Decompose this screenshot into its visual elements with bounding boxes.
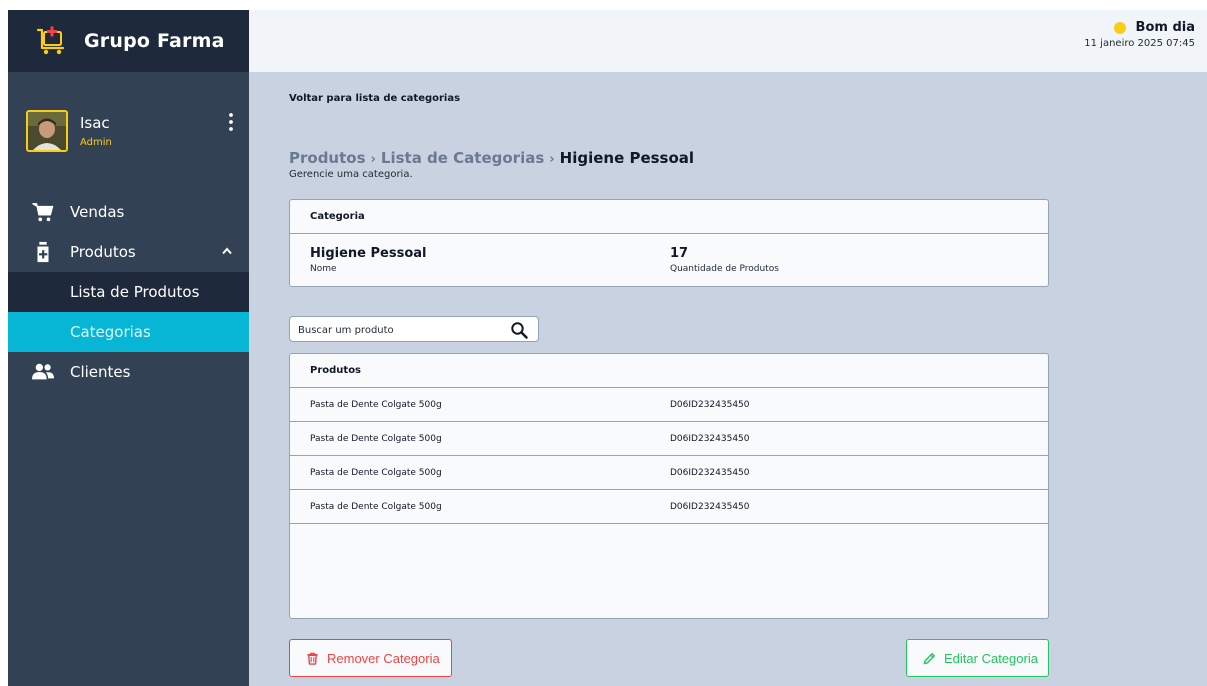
pencil-icon [923,652,935,664]
product-code: D06ID232435450 [670,501,750,512]
product-name: Pasta de Dente Colgate 500g [310,433,442,444]
product-count-field: 17 Quantidade de Produtos [670,246,779,274]
breadcrumb: Produtos › Lista de Categorias › Higiene… [289,149,694,167]
category-name-field: Higiene Pessoal Nome [310,246,427,274]
table-row[interactable]: Pasta de Dente Colgate 500g D06ID2324354… [290,388,1048,422]
avatar[interactable] [26,110,68,152]
status-dot-icon [1113,21,1126,34]
sidebar-item-label: Lista de Produtos [70,283,200,301]
shopping-cart-icon [32,203,54,222]
greeting: Bom dia 11 janeiro 2025 07:45 [1084,20,1195,49]
product-count-label: Quantidade de Produtos [670,264,779,274]
main-content: Voltar para lista de categorias Produtos… [249,72,1207,686]
category-card: Categoria Higiene Pessoal Nome 17 Quanti… [289,199,1049,287]
user-role: Admin [80,137,112,148]
breadcrumb-produtos[interactable]: Produtos [289,149,366,167]
sidebar-item-vendas[interactable]: Vendas [8,192,249,232]
back-to-categories-link[interactable]: Voltar para lista de categorias [289,93,460,104]
brand-name: Grupo Farma [84,30,225,52]
top-bar: Bom dia 11 janeiro 2025 07:45 [249,10,1207,72]
products-table: Produtos Pasta de Dente Colgate 500g D06… [289,353,1049,619]
edit-category-button[interactable]: Editar Categoria [906,639,1049,677]
category-card-header: Categoria [290,200,1048,234]
chevron-up-icon[interactable] [221,246,233,256]
users-icon [32,363,54,380]
edit-category-label: Editar Categoria [944,650,1038,666]
sidebar-item-label: Clientes [70,363,131,381]
sidebar-item-lista-produtos[interactable]: Lista de Produtos [8,272,249,312]
breadcrumb-separator: › [549,152,555,167]
medicine-bottle-icon [37,241,49,263]
avatar-image [28,112,66,150]
page-subtitle: Gerencie uma categoria. [289,169,413,180]
sidebar-item-categorias[interactable]: Categorias [8,312,249,352]
product-code: D06ID232435450 [670,467,750,478]
breadcrumb-separator: › [370,152,376,167]
greeting-text: Bom dia [1135,20,1195,35]
user-profile: Isac Admin [26,110,236,154]
product-search [289,316,539,342]
product-name: Pasta de Dente Colgate 500g [310,399,442,410]
search-input[interactable] [298,321,498,339]
remove-category-button[interactable]: Remover Categoria [289,639,452,677]
sidebar-item-label: Produtos [70,243,136,261]
breadcrumb-current: Higiene Pessoal [559,149,695,167]
pharmacy-cart-icon [36,26,65,55]
product-name: Pasta de Dente Colgate 500g [310,467,442,478]
product-count-value: 17 [670,246,689,261]
table-row[interactable]: Pasta de Dente Colgate 500g D06ID2324354… [290,422,1048,456]
product-code: D06ID232435450 [670,399,750,410]
product-name: Pasta de Dente Colgate 500g [310,501,442,512]
user-name: Isac [80,114,110,132]
table-row[interactable]: Pasta de Dente Colgate 500g D06ID2324354… [290,490,1048,524]
date-time: 11 janeiro 2025 07:45 [1084,38,1195,49]
category-name-label: Nome [310,264,337,274]
trash-icon [307,652,318,665]
breadcrumb-lista-categorias[interactable]: Lista de Categorias [381,149,544,167]
sidebar-item-clientes[interactable]: Clientes [8,352,249,392]
table-row[interactable]: Pasta de Dente Colgate 500g D06ID2324354… [290,456,1048,490]
products-table-header: Produtos [290,354,1048,388]
sidebar-nav: Vendas Produtos Lista de Produtos Catego… [8,192,249,392]
sidebar-item-produtos[interactable]: Produtos [8,232,249,272]
produtos-submenu: Lista de Produtos Categorias [8,272,249,352]
sidebar-item-label: Vendas [70,203,125,221]
brand[interactable]: Grupo Farma [8,10,249,72]
remove-category-label: Remover Categoria [327,650,440,666]
search-icon[interactable] [510,321,528,339]
sidebar: Grupo Farma Isac Admin Vendas Produtos L… [8,10,249,686]
app-window: Grupo Farma Isac Admin Vendas Produtos L… [8,10,1207,686]
sidebar-item-label: Categorias [70,323,151,341]
vertical-dots-icon[interactable] [226,112,236,132]
product-code: D06ID232435450 [670,433,750,444]
category-name-value: Higiene Pessoal [310,246,427,261]
